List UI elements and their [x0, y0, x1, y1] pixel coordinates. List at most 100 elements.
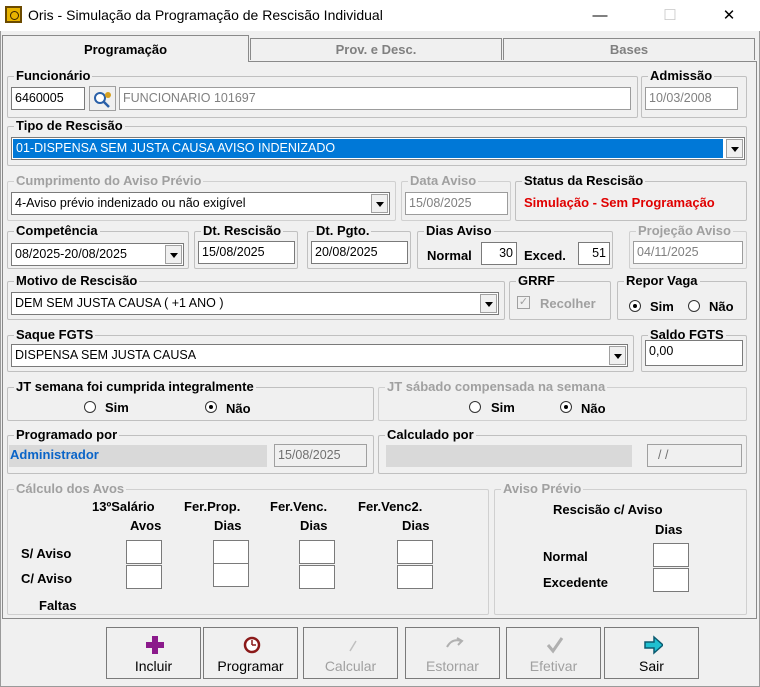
calcular-button[interactable]: Calcular: [303, 627, 398, 679]
dias-exced-label: Exced.: [524, 248, 566, 263]
row-c-aviso-label: C/ Aviso: [21, 571, 73, 586]
row-faltas-label: Faltas: [39, 598, 77, 613]
chevron-down-icon[interactable]: [165, 245, 182, 264]
grrf-legend: GRRF: [518, 273, 555, 288]
tab-prov-desc[interactable]: Prov. e Desc.: [250, 38, 502, 60]
col-fer-venc2-header: Fer.Venc2.: [358, 499, 423, 514]
jt-sabado-sim-radio[interactable]: [469, 401, 481, 413]
dias-aviso-legend: Dias Aviso: [426, 223, 492, 238]
dt-rescisao-legend: Dt. Rescisão: [203, 223, 282, 238]
repor-nao-label: Não: [709, 299, 734, 314]
jt-semana-nao-label: Não: [226, 401, 251, 416]
motivo-value: DEM SEM JUSTA CAUSA ( +1 ANO ): [15, 296, 224, 310]
plus-icon: [146, 636, 164, 654]
sair-label: Sair: [639, 658, 664, 674]
calculado-user: [386, 445, 632, 467]
app-logo-icon: [5, 6, 22, 23]
minimize-button[interactable]: —: [577, 0, 623, 31]
dias-normal-input[interactable]: 30: [481, 242, 517, 265]
grrf-checkbox[interactable]: ✓: [517, 296, 530, 309]
dias-exced-input[interactable]: 51: [578, 242, 610, 265]
programado-legend: Programado por: [16, 427, 118, 442]
incluir-button[interactable]: Incluir: [106, 627, 201, 679]
aviso-normal-label: Normal: [543, 549, 588, 564]
undo-icon: [446, 637, 464, 648]
calcular-label: Calcular: [324, 658, 377, 674]
repor-sim-radio[interactable]: [629, 300, 641, 312]
cumprimento-legend: Cumprimento do Aviso Prévio: [16, 173, 202, 188]
c-aviso-13-field[interactable]: [126, 565, 162, 589]
funcionario-code-input[interactable]: 6460005: [11, 87, 85, 110]
sair-button[interactable]: Sair: [604, 627, 699, 679]
jt-sabado-nao-label: Não: [581, 401, 606, 416]
close-button[interactable]: ✕: [706, 0, 752, 31]
competencia-select[interactable]: 08/2025-20/08/2025: [11, 243, 184, 266]
tipo-rescisao-legend: Tipo de Rescisão: [16, 118, 123, 133]
programado-date: 15/08/2025: [274, 444, 367, 467]
chevron-down-icon[interactable]: [371, 194, 388, 213]
exit-arrow-icon: [644, 635, 663, 655]
competencia-value: 08/2025-20/08/2025: [15, 247, 127, 261]
programar-button[interactable]: Programar: [203, 627, 298, 679]
jt-sabado-nao-radio[interactable]: [560, 401, 572, 413]
row-s-aviso-label: S/ Aviso: [21, 546, 72, 561]
cumprimento-select[interactable]: 4-Aviso prévio indenizado ou não exigíve…: [11, 192, 390, 215]
chevron-down-icon[interactable]: [609, 346, 626, 365]
col-fer-prop-header: Fer.Prop.: [184, 499, 241, 514]
efetivar-button[interactable]: Efetivar: [506, 627, 601, 679]
dias-normal-label: Normal: [427, 248, 472, 263]
aviso-excedente-label: Excedente: [543, 575, 609, 590]
c-aviso-fer-venc-field[interactable]: [299, 565, 335, 589]
aviso-excedente-field[interactable]: [653, 568, 689, 592]
jt-semana-sim-radio[interactable]: [84, 401, 96, 413]
repor-nao-radio[interactable]: [688, 300, 700, 312]
calculado-legend: Calculado por: [387, 427, 474, 442]
projecao-field: 04/11/2025: [633, 241, 743, 264]
s-aviso-13-field[interactable]: [126, 540, 162, 564]
dt-pgto-legend: Dt. Pgto.: [316, 223, 370, 238]
chevron-down-icon[interactable]: [480, 294, 497, 313]
dt-pgto-input[interactable]: 20/08/2025: [311, 241, 408, 264]
c-aviso-fer-prop-field[interactable]: [213, 563, 249, 587]
calculo-avos-legend: Cálculo dos Avos: [16, 481, 125, 496]
repor-legend: Repor Vaga: [626, 273, 698, 288]
estornar-label: Estornar: [426, 658, 479, 674]
calculado-date: / /: [647, 444, 742, 467]
jt-sabado-legend: JT sábado compensada na semana: [387, 379, 606, 394]
s-aviso-fer-venc-field[interactable]: [299, 540, 335, 564]
tipo-rescisao-select[interactable]: 01-DISPENSA SEM JUSTA CAUSA AVISO INDENI…: [11, 137, 745, 160]
tab-bases[interactable]: Bases: [503, 38, 755, 60]
motivo-select[interactable]: DEM SEM JUSTA CAUSA ( +1 ANO ): [11, 292, 499, 315]
chevron-down-icon[interactable]: [726, 139, 743, 158]
search-employee-button[interactable]: [89, 86, 116, 111]
jt-semana-nao-radio[interactable]: [205, 401, 217, 413]
tab-programacao[interactable]: Programação: [2, 35, 249, 62]
incluir-label: Incluir: [134, 658, 173, 674]
grrf-label: Recolher: [540, 296, 596, 311]
col-fer-venc2-dias-header: Dias: [402, 518, 430, 533]
aviso-normal-field[interactable]: [653, 543, 689, 567]
estornar-button[interactable]: Estornar: [405, 627, 500, 679]
funcionario-legend: Funcionário: [16, 68, 91, 83]
jt-semana-group: JT semana foi cumprida integralmente: [7, 380, 374, 421]
funcionario-name-field: FUNCIONARIO 101697: [119, 87, 631, 110]
dt-rescisao-input[interactable]: 15/08/2025: [198, 241, 295, 264]
col-fer-venc-dias-header: Dias: [300, 518, 328, 533]
jt-sabado-sim-label: Sim: [491, 400, 515, 415]
saque-select[interactable]: DISPENSA SEM JUSTA CAUSA: [11, 344, 628, 367]
col-fer-venc-header: Fer.Venc.: [270, 499, 328, 514]
status-value: Simulação - Sem Programação: [524, 195, 715, 210]
s-aviso-fer-venc2-field[interactable]: [397, 540, 433, 564]
s-aviso-fer-prop-field[interactable]: [213, 540, 249, 564]
competencia-legend: Competência: [16, 223, 98, 238]
c-aviso-fer-venc2-field[interactable]: [397, 565, 433, 589]
tipo-rescisao-value: 01-DISPENSA SEM JUSTA CAUSA AVISO INDENI…: [13, 139, 723, 158]
programar-label: Programar: [217, 658, 284, 674]
window-title: Oris - Simulação da Programação de Resci…: [28, 7, 383, 23]
maximize-button: ☐: [663, 7, 677, 24]
search-icon: [94, 92, 111, 108]
cumprimento-value: 4-Aviso prévio indenizado ou não exigíve…: [15, 196, 246, 210]
aviso-dias-header: Dias: [655, 522, 683, 537]
saldo-input[interactable]: 0,00: [645, 340, 743, 366]
aviso-previo-legend: Aviso Prévio: [503, 481, 582, 496]
